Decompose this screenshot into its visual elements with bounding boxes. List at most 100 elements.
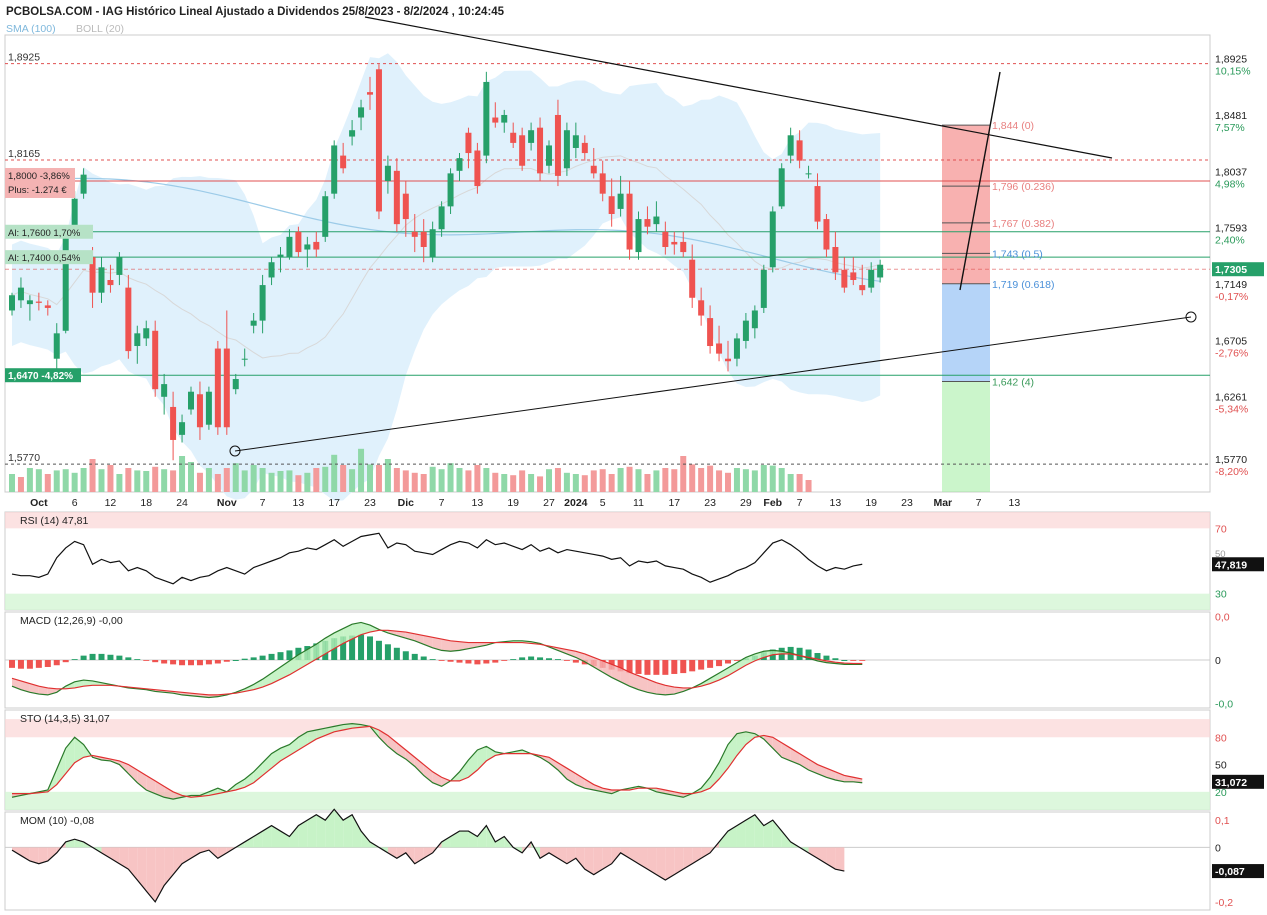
- candle-body: [778, 168, 785, 207]
- macd-hist-bar: [53, 660, 60, 666]
- volume-bar: [277, 471, 284, 492]
- macd-level-top: 0,0: [1215, 611, 1230, 623]
- macd-hist-bar: [250, 657, 257, 660]
- macd-hist-bar: [429, 659, 436, 660]
- macd-hist-bar: [554, 659, 561, 660]
- x-axis-label: 18: [140, 497, 152, 509]
- candle-body: [644, 219, 651, 227]
- x-axis-label: 17: [668, 497, 680, 509]
- volume-bar: [546, 469, 552, 492]
- candle-body: [769, 211, 776, 268]
- volume-bar: [662, 468, 669, 492]
- candle-body: [250, 320, 257, 326]
- candle-body: [313, 241, 320, 250]
- candle-body: [26, 300, 33, 305]
- left-hi-label: 1,8925: [8, 52, 40, 64]
- candle-body: [805, 173, 812, 175]
- volume-bar: [572, 474, 579, 492]
- volume-bar: [188, 462, 194, 492]
- macd-hist-bar: [71, 659, 78, 660]
- x-axis-label: 13: [1009, 497, 1021, 509]
- macd-hist-bar: [716, 660, 723, 667]
- macd-label: MACD (12,26,9) -0,00: [20, 615, 123, 627]
- x-axis-label: 24: [176, 497, 188, 509]
- macd-hist-bar: [447, 660, 454, 662]
- candle-body: [241, 358, 248, 360]
- candle-body: [9, 295, 15, 311]
- volume-bar: [608, 474, 615, 492]
- x-axis-label: 29: [740, 497, 752, 509]
- legend-boll: BOLL (20): [76, 23, 124, 35]
- macd-hist-bar: [563, 660, 570, 661]
- candle-body: [349, 130, 356, 137]
- macd-hist-bar: [438, 660, 445, 661]
- volume-bar: [53, 470, 60, 492]
- macd-hist-bar: [259, 655, 266, 660]
- legend-sma: SMA (100): [6, 23, 56, 35]
- volume-bar: [590, 470, 597, 492]
- volume-bar: [725, 472, 731, 492]
- macd-hist-bar: [125, 657, 132, 660]
- macd-hist-bar: [188, 660, 194, 666]
- rsi-level-70: 70: [1215, 523, 1227, 535]
- x-axis-label: 5: [600, 497, 606, 509]
- target-box-text: 1,8000 -3,86%: [8, 171, 70, 182]
- volume-bar: [456, 468, 463, 492]
- candle-body: [850, 272, 857, 281]
- candle-body: [402, 193, 409, 220]
- macd-hist-bar: [143, 660, 150, 661]
- volume-bar: [268, 472, 275, 492]
- volume-bar: [635, 469, 642, 492]
- candle-body: [134, 333, 141, 347]
- volume-bar: [125, 468, 132, 492]
- macd-hist-bar: [205, 660, 212, 665]
- macd-hist-bar: [134, 659, 141, 660]
- volume-bar: [322, 466, 329, 492]
- candle-body: [125, 287, 132, 352]
- candle-body: [671, 241, 678, 245]
- macd-hist-bar: [375, 640, 382, 660]
- stock-chart: 1,844 (0) 1,796 (0.236) 1,767 (0.382) 1,743…: [0, 0, 1267, 915]
- candle-body: [626, 193, 633, 250]
- sto-label: STO (14,3,5) 31,07: [20, 713, 110, 725]
- volume-bar: [62, 469, 69, 492]
- volume-bar: [689, 464, 696, 492]
- macd-hist-bar: [9, 660, 15, 668]
- mom-level-top: 0,1: [1215, 815, 1230, 827]
- macd-hist-bar: [241, 658, 248, 660]
- fib-label: 1,719 (0.618): [992, 279, 1054, 291]
- right-axis-price: 1,6261: [1215, 392, 1247, 404]
- candle-body: [331, 145, 338, 194]
- volume-bar: [465, 470, 472, 492]
- macd-hist-bar: [662, 660, 669, 675]
- volume-bar: [420, 474, 427, 492]
- macd-hist-bar: [850, 660, 857, 661]
- right-axis-pct: 4,98%: [1215, 178, 1245, 190]
- candle-body: [53, 333, 60, 359]
- volume-bar: [581, 475, 588, 492]
- x-axis-label: Mar: [933, 497, 952, 509]
- volume-bar: [671, 469, 678, 492]
- volume-bar: [9, 474, 15, 492]
- macd-hist-bar: [268, 653, 275, 660]
- candle-body: [98, 267, 105, 293]
- sto-oversold-zone: [5, 791, 1210, 810]
- volume-bar: [751, 470, 758, 492]
- candle-body: [501, 114, 508, 123]
- macd-hist-bar: [653, 660, 660, 675]
- x-axis-label: Dic: [398, 497, 415, 509]
- sto-overbought-zone: [5, 719, 1210, 738]
- right-axis-price: 1,8037: [1215, 166, 1247, 178]
- mom-current-text: -0,087: [1215, 866, 1245, 878]
- fib-label: 1,844 (0): [992, 120, 1034, 132]
- fib-label: 1,796 (0.236): [992, 181, 1054, 193]
- macd-hist-bar: [823, 655, 830, 660]
- candle-body: [259, 285, 266, 321]
- candle-body: [590, 165, 597, 174]
- candle-body: [474, 150, 481, 187]
- x-axis-label: Oct: [30, 497, 48, 509]
- volume-bar: [241, 470, 248, 492]
- volume-bar: [447, 463, 454, 492]
- candle-body: [563, 130, 570, 169]
- candle-body: [510, 132, 517, 143]
